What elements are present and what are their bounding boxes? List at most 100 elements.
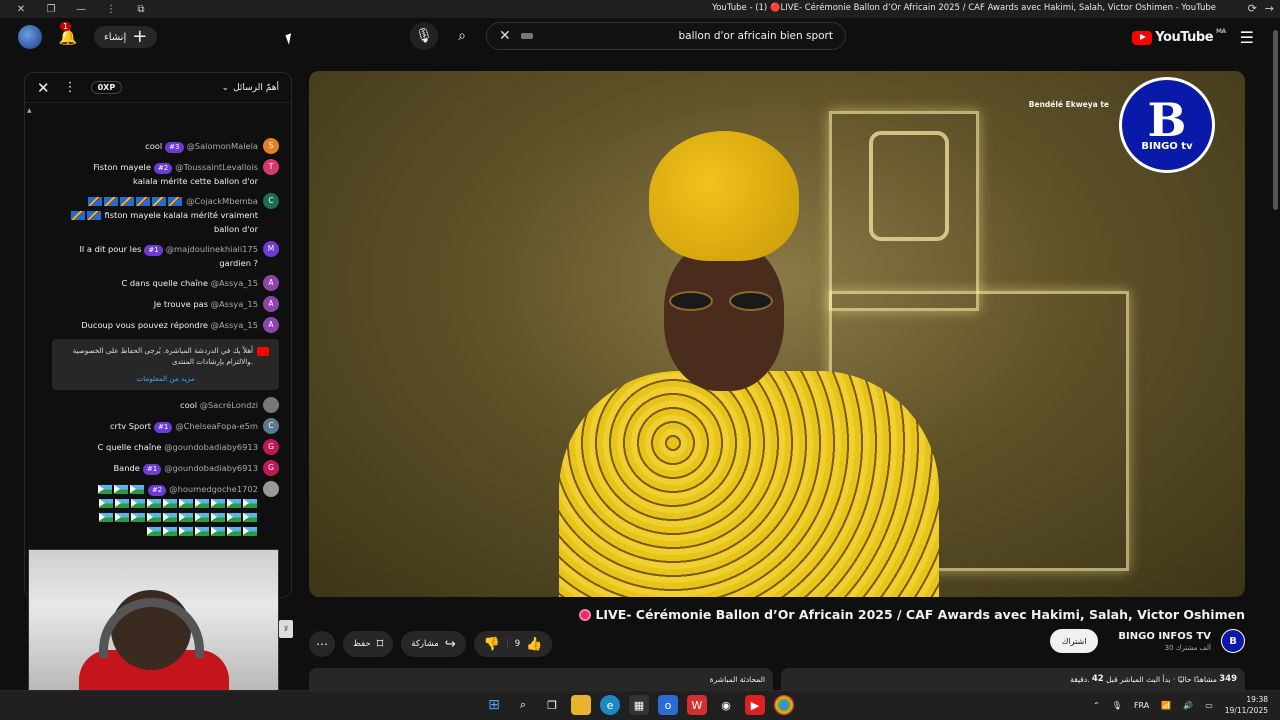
- message-author[interactable]: @goundobadiaby6913: [164, 463, 258, 473]
- author-avatar[interactable]: S: [263, 138, 279, 154]
- like-icon[interactable]: 👍: [526, 637, 542, 652]
- flag-emoji: [120, 197, 135, 206]
- message-author[interactable]: @Assya_15: [211, 278, 258, 288]
- chat-message: crtv Sport #1 @ChelseaFopa-e5m C: [25, 418, 291, 434]
- author-avatar[interactable]: A: [263, 317, 279, 333]
- outlook-icon[interactable]: o: [658, 695, 678, 715]
- save-button[interactable]: حفظ ⌑: [343, 631, 394, 657]
- author-avatar[interactable]: G: [263, 460, 279, 476]
- chrome-icon[interactable]: [774, 695, 794, 715]
- account-avatar[interactable]: [18, 25, 42, 49]
- search-icon[interactable]: ⌕: [513, 695, 533, 715]
- youtube-logo[interactable]: YouTube MA: [1132, 28, 1226, 45]
- scroll-up-icon[interactable]: ▲: [27, 107, 32, 114]
- browser-menu-icon[interactable]: ⋮: [96, 0, 126, 18]
- message-author[interactable]: @ChelseaFopa-e5m: [175, 421, 258, 431]
- start-icon[interactable]: ⊞: [484, 695, 504, 715]
- restore-window-icon[interactable]: ❐: [36, 0, 66, 18]
- close-chat-icon[interactable]: ✕: [37, 79, 50, 97]
- bingo-tv-watermark: B BINGO tv: [1119, 77, 1215, 173]
- message-author[interactable]: @SalomonMalela: [187, 141, 259, 151]
- flag-emoji: [97, 485, 112, 494]
- side-panel-toggle[interactable]: لا: [279, 620, 293, 638]
- task-view-icon[interactable]: ❐: [542, 695, 562, 715]
- store-icon[interactable]: ▦: [629, 695, 649, 715]
- volume-icon[interactable]: 🔊: [1183, 701, 1193, 710]
- live-dot-icon: [579, 608, 592, 621]
- search-button[interactable]: ⌕: [448, 22, 476, 50]
- author-avatar[interactable]: A: [263, 275, 279, 291]
- message-author[interactable]: @majdoulinekhiali175: [166, 244, 258, 254]
- speaker-face: [664, 241, 784, 391]
- search-icon: ⌕: [458, 28, 466, 44]
- message-author[interactable]: @goundobadiaby6913: [164, 442, 258, 452]
- flag-emoji: [104, 197, 119, 206]
- search-input[interactable]: ✕ ballon d'or africain bien sport: [486, 22, 846, 50]
- author-avatar[interactable]: C: [263, 418, 279, 434]
- close-window-icon[interactable]: ✕: [6, 0, 36, 18]
- message-author[interactable]: @SacréLondzi: [200, 400, 258, 410]
- author-avatar[interactable]: [263, 397, 279, 413]
- xp-badge[interactable]: 0XP: [90, 81, 123, 94]
- browser-titlebar: ✕ ❐ — ⋮ ⧉ YouTube - (1) 🔴LIVE- Cérémonie…: [0, 0, 1280, 18]
- chat-messages: cool #3 @SalomonMalela S Fiston mayele #2 @T…: [25, 138, 291, 544]
- hamburger-menu-icon[interactable]: ☰: [1240, 28, 1254, 47]
- author-avatar[interactable]: A: [263, 296, 279, 312]
- dislike-icon[interactable]: 👎: [484, 637, 500, 652]
- clock-date: 19/11/2025: [1224, 706, 1268, 715]
- scrollbar-thumb[interactable]: [1273, 30, 1278, 210]
- author-avatar[interactable]: G: [263, 439, 279, 455]
- create-button[interactable]: إنشاء +: [94, 26, 158, 48]
- minimize-window-icon[interactable]: —: [66, 0, 96, 18]
- share-label: مشاركة: [411, 639, 439, 649]
- author-avatar[interactable]: T: [263, 159, 279, 175]
- language-indicator[interactable]: FRA: [1134, 701, 1149, 710]
- more-actions-button[interactable]: ⋯: [309, 631, 335, 657]
- windows-taskbar: ⊞ ⌕ ❐ e ▦ o W ◉ ▶ ⌃ 🎙 FRA 📶 🔊 ▭ 19:38 19…: [0, 690, 1280, 720]
- author-avatar[interactable]: M: [263, 241, 279, 257]
- keyboard-icon[interactable]: [520, 33, 533, 39]
- github-icon[interactable]: ◉: [716, 695, 736, 715]
- message-text: fiston mayele kalala mérité vraiment: [104, 210, 258, 220]
- rank-badge: #2: [153, 163, 173, 174]
- forward-icon[interactable]: →: [1265, 2, 1274, 15]
- sunglasses-icon: [669, 291, 779, 313]
- share-button[interactable]: مشاركة ↪: [401, 631, 466, 657]
- tray-mic-icon[interactable]: 🎙: [1112, 701, 1122, 710]
- video-description[interactable]: دقيقة. 42 مشاهدًا حاليًا · بدأ البث المب…: [781, 668, 1245, 690]
- author-avatar[interactable]: [263, 481, 279, 497]
- chat-message: Je trouve pas @Assya_15 A: [25, 296, 291, 312]
- extensions-icon[interactable]: ⧉: [126, 0, 156, 18]
- file-explorer-icon[interactable]: [571, 695, 591, 715]
- logo-text: YouTube: [1155, 30, 1214, 45]
- office-icon[interactable]: W: [687, 695, 707, 715]
- edge-icon[interactable]: e: [600, 695, 620, 715]
- subscribe-button[interactable]: اشتراك: [1049, 629, 1099, 653]
- live-chat-tab[interactable]: المحادثة المباشرة: [309, 668, 773, 690]
- wifi-icon[interactable]: 📶: [1161, 701, 1171, 710]
- youtube-app-icon[interactable]: ▶: [745, 695, 765, 715]
- reload-icon[interactable]: ⟳: [1248, 2, 1257, 15]
- message-author[interactable]: @houmedgoche1702: [169, 484, 258, 494]
- message-author[interactable]: @ToussaintLevallois: [175, 162, 258, 172]
- tray-chevron-up-icon[interactable]: ⌃: [1093, 701, 1100, 710]
- clear-search-icon[interactable]: ✕: [499, 28, 511, 44]
- window-title: YouTube - (1) 🔴LIVE- Cérémonie Ballon d’…: [712, 3, 1216, 13]
- channel-avatar[interactable]: B: [1221, 629, 1245, 653]
- notifications-button[interactable]: 🔔 1: [56, 22, 80, 49]
- message-text-continued: kalala mérite cette ballon d'or: [133, 176, 258, 186]
- message-author[interactable]: @CojackMbemba: [186, 196, 258, 206]
- voice-search-button[interactable]: 🎙: [410, 22, 438, 50]
- page-scrollbar[interactable]: [1271, 20, 1280, 690]
- learn-more-link[interactable]: مزيد من المعلومات: [60, 373, 271, 384]
- message-author[interactable]: @Assya_15: [211, 299, 258, 309]
- battery-icon[interactable]: ▭: [1205, 701, 1213, 710]
- video-player[interactable]: Bendélé Ekweya te B BINGO tv: [309, 71, 1245, 597]
- message-author[interactable]: @Assya_15: [211, 320, 258, 330]
- system-clock[interactable]: 19:38 19/11/2025: [1225, 694, 1268, 716]
- watermark-text: BINGO tv: [1141, 140, 1193, 152]
- chat-sort-dropdown[interactable]: ⌄ أهمّ الرسائل: [222, 83, 279, 93]
- channel-name[interactable]: BINGO INFOS TV: [1118, 631, 1211, 642]
- chat-more-icon[interactable]: ⋮: [64, 80, 77, 95]
- author-avatar[interactable]: C: [263, 193, 279, 209]
